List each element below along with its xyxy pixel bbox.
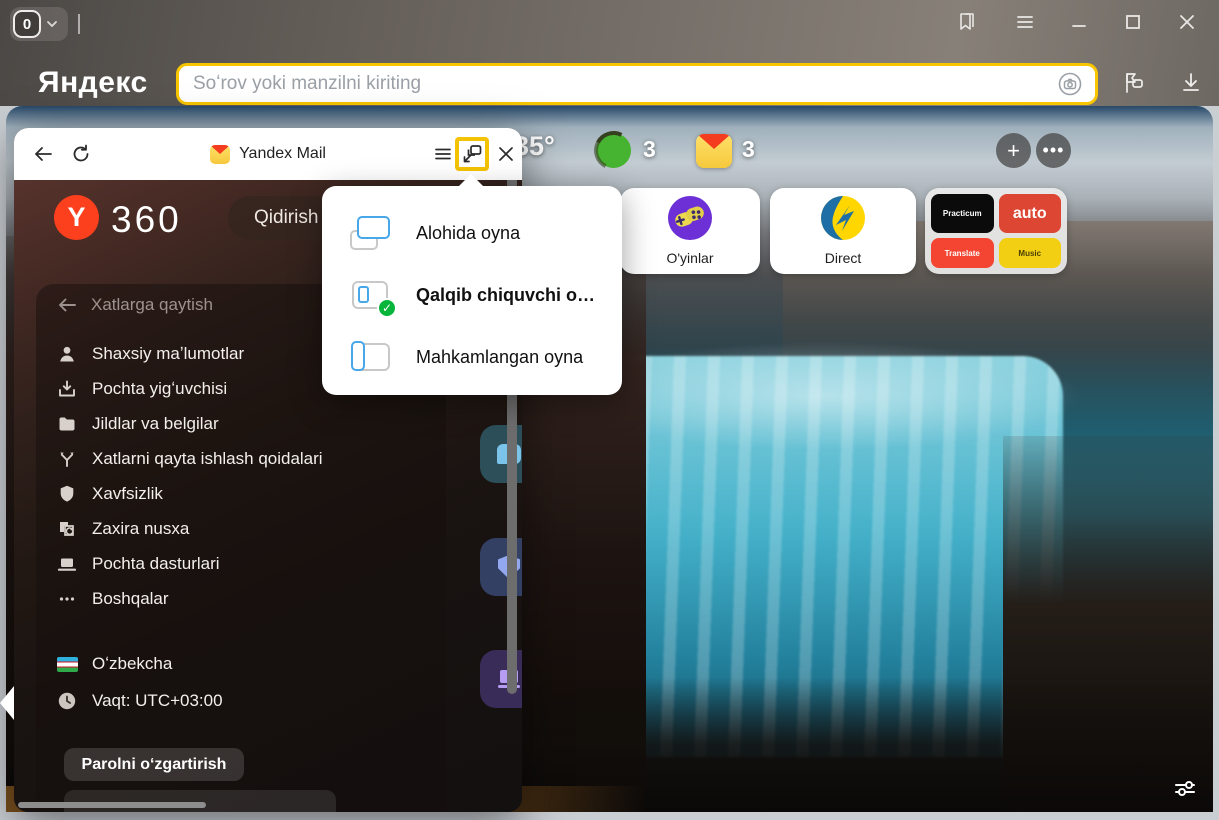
omnibox[interactable] — [176, 63, 1098, 105]
laptop-icon — [56, 554, 78, 574]
mail-count: 3 — [742, 136, 755, 163]
rules-branch-icon — [56, 449, 78, 469]
folder-icon — [56, 414, 78, 434]
floating-window-titlebar: Yandex Mail — [14, 128, 522, 180]
minimize-button[interactable] — [1064, 7, 1094, 37]
menu-item-label: Mahkamlangan oyna — [416, 347, 583, 368]
mail-informer-icon[interactable] — [696, 134, 732, 168]
timezone-label: Vaqt: UTC+03:00 — [92, 691, 223, 711]
nav-item-personal-info[interactable]: Shaxsiy maʼlumotlar — [56, 342, 244, 366]
nav-label: Shaxsiy maʼlumotlar — [92, 344, 244, 364]
change-password-button[interactable]: Parolni oʻzgartirish — [64, 748, 244, 781]
nav-label: Zaxira nusxa — [92, 519, 189, 539]
extensions-icon[interactable] — [1118, 68, 1148, 98]
collector-icon — [56, 379, 78, 399]
floating-window-title: Yandex Mail — [239, 145, 326, 163]
secondary-button-partial[interactable] — [64, 790, 336, 812]
traffic-icon[interactable] — [596, 133, 631, 168]
language-row[interactable]: Oʻzbekcha — [56, 652, 172, 676]
y360-logo-icon[interactable]: Y — [54, 195, 99, 240]
popup-arrow — [458, 174, 484, 187]
window-menu-icon[interactable] — [428, 139, 458, 169]
menu-item-popup-window-selected[interactable]: ✓ Qalqib chiquvchi o… — [322, 264, 622, 326]
person-icon — [56, 344, 78, 364]
tab-count-badge[interactable]: 0 — [13, 10, 41, 38]
games-icon — [667, 195, 713, 241]
tile-apps-group[interactable]: Practicum auto Translate Music — [925, 188, 1067, 274]
clock-icon — [56, 691, 78, 711]
reload-icon[interactable] — [66, 139, 96, 169]
nav-item-mail-rules[interactable]: Xatlarni qayta ishlash qoidalari — [56, 447, 323, 471]
app-translate[interactable]: Translate — [931, 238, 994, 268]
downloads-icon[interactable] — [1178, 69, 1204, 95]
app-practicum[interactable]: Practicum — [931, 194, 994, 233]
direct-icon — [820, 195, 866, 241]
window-mode-button-highlighted[interactable] — [455, 137, 489, 171]
tile-direct[interactable]: Direct — [770, 188, 916, 274]
shield-icon — [56, 484, 78, 504]
search-input[interactable] — [179, 73, 1057, 95]
nav-label: Xavfsizlik — [92, 484, 163, 504]
menu-item-label: Qalqib chiquvchi o… — [416, 285, 595, 306]
close-floating-window-icon[interactable] — [491, 139, 521, 169]
tile-direct-label: Direct — [770, 250, 916, 266]
check-badge-icon: ✓ — [377, 298, 397, 318]
y360-logo-360: 360 — [111, 199, 182, 241]
back-arrow-icon — [56, 294, 78, 316]
app-auto[interactable]: auto — [999, 194, 1062, 233]
menu-item-pinned-window[interactable]: Mahkamlangan oyna — [322, 326, 622, 388]
sidebar-collapse-arrow[interactable] — [0, 686, 14, 720]
browser-menu-icon[interactable] — [1010, 7, 1040, 37]
nav-item-others[interactable]: Boshqalar — [56, 587, 169, 611]
separate-window-icon — [350, 216, 390, 250]
nav-label: Boshqalar — [92, 589, 169, 609]
camera-search-icon[interactable] — [1057, 71, 1083, 97]
back-to-mail-link[interactable]: Xatlarga qaytish — [56, 294, 213, 316]
nav-item-mail-clients[interactable]: Pochta dasturlari — [56, 552, 220, 576]
horizontal-scrollbar[interactable] — [18, 802, 206, 808]
nav-item-folders-labels[interactable]: Jildlar va belgilar — [56, 412, 219, 436]
chevron-down-icon[interactable] — [45, 17, 59, 31]
yandex-mail-favicon — [210, 145, 230, 164]
nav-label: Pochta yigʻuvchisi — [92, 379, 227, 399]
mail-search-label: Qidirish — [254, 207, 318, 229]
nav-label: Xatlarni qayta ishlash qoidalari — [92, 449, 323, 469]
flag-uzbekistan-icon — [56, 657, 78, 672]
widgets-more-button[interactable]: ••• — [1036, 133, 1071, 168]
traffic-count: 3 — [643, 136, 656, 163]
menu-item-label: Alohida oyna — [416, 223, 520, 244]
add-widget-button[interactable]: + — [996, 133, 1031, 168]
browser-chrome: 0 Яндекс — [0, 0, 1219, 106]
tile-games-label: O'yinlar — [620, 250, 760, 266]
window-mode-popup: Alohida oyna ✓ Qalqib chiquvchi o… Mahka… — [322, 186, 622, 395]
menu-item-separate-window[interactable]: Alohida oyna — [322, 202, 622, 264]
ellipsis-icon — [56, 589, 78, 609]
backup-icon — [56, 519, 78, 539]
nav-item-mail-collector[interactable]: Pochta yigʻuvchisi — [56, 377, 227, 401]
nav-item-security[interactable]: Xavfsizlik — [56, 482, 163, 506]
nav-label: Pochta dasturlari — [92, 554, 220, 574]
nav-label: Jildlar va belgilar — [92, 414, 219, 434]
popup-window-icon: ✓ — [350, 278, 390, 312]
timezone-row[interactable]: Vaqt: UTC+03:00 — [56, 689, 223, 713]
yandex-logo[interactable]: Яндекс — [38, 66, 148, 100]
tab-counter[interactable]: 0 — [10, 7, 68, 41]
bookmarks-icon[interactable] — [952, 7, 982, 37]
language-label: Oʻzbekcha — [92, 654, 172, 674]
app-music[interactable]: Music — [999, 238, 1062, 268]
back-to-mail-label: Xatlarga qaytish — [91, 295, 213, 315]
tab-separator — [78, 14, 80, 34]
background-settings-icon[interactable] — [1171, 774, 1199, 802]
back-icon[interactable] — [28, 139, 58, 169]
tile-games[interactable]: O'yinlar — [620, 188, 760, 274]
pinned-window-icon — [350, 340, 390, 374]
maximize-button[interactable] — [1118, 7, 1148, 37]
close-window-button[interactable] — [1172, 7, 1202, 37]
nav-item-backup[interactable]: Zaxira nusxa — [56, 517, 189, 541]
